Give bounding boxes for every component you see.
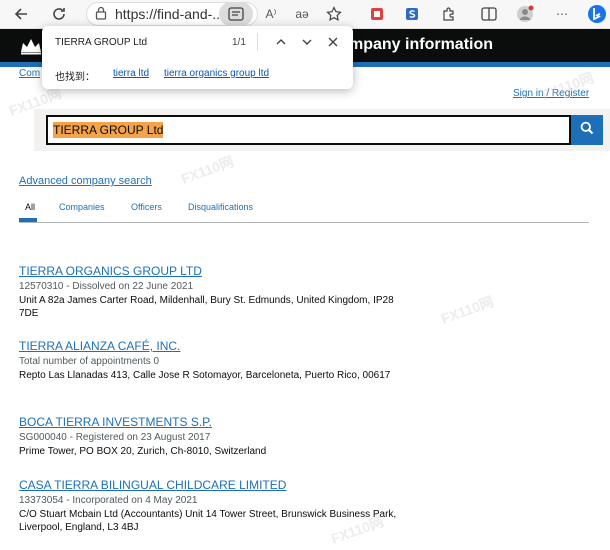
- extensions-puzzle-icon[interactable]: [436, 2, 462, 26]
- refresh-icon[interactable]: [46, 2, 72, 26]
- advanced-search-link[interactable]: Advanced company search: [19, 175, 152, 187]
- find-divider: [257, 33, 258, 51]
- read-aloud-icon[interactable]: A⁾: [258, 2, 284, 26]
- find-query[interactable]: TIERRA GROUP Ltd: [55, 37, 147, 48]
- extension-s-icon[interactable]: [399, 2, 425, 26]
- list-item: CASA TIERRA BILINGUAL CHILDCARE LIMITED …: [19, 478, 399, 534]
- list-item: BOCA TIERRA INVESTMENTS S.P. SG000040 - …: [19, 415, 399, 458]
- lock-icon: [95, 6, 107, 23]
- result-title-link[interactable]: TIERRA ORGANICS GROUP LTD: [19, 264, 399, 278]
- reader-mode-icon[interactable]: [219, 2, 253, 26]
- search-input[interactable]: TIERRA GROUP Ltd: [46, 115, 571, 145]
- crown-logo-icon[interactable]: [19, 36, 43, 61]
- result-title-link[interactable]: CASA TIERRA BILINGUAL CHILDCARE LIMITED: [19, 478, 399, 492]
- search-button[interactable]: [571, 115, 603, 145]
- find-count: 1/1: [232, 37, 246, 48]
- tab-all[interactable]: All: [25, 202, 35, 212]
- find-also-label: 也找到：: [55, 72, 95, 83]
- result-address: Unit A 82a James Carter Road, Mildenhall…: [19, 295, 394, 319]
- find-suggestion[interactable]: tierra ltd: [113, 68, 149, 79]
- active-tab-indicator: [19, 218, 37, 222]
- result-title-link[interactable]: BOCA TIERRA INVESTMENTS S.P.: [19, 415, 399, 429]
- search-value-highlight: TIERRA GROUP Ltd: [53, 122, 164, 138]
- watermark: FX110网: [538, 69, 596, 103]
- find-prev-icon[interactable]: [272, 32, 290, 52]
- result-meta: Total number of appointments 0: [19, 356, 160, 367]
- watermark: FX110网: [438, 293, 496, 327]
- back-icon[interactable]: [8, 2, 34, 26]
- extension-red-icon[interactable]: [364, 2, 390, 26]
- result-meta: 12570310 - Dissolved on 22 June 2021: [19, 281, 194, 292]
- bing-copilot-icon[interactable]: [584, 2, 610, 26]
- service-name[interactable]: mpany information: [349, 36, 493, 54]
- tab-disqualifications[interactable]: Disqualifications: [188, 202, 253, 212]
- breadcrumb[interactable]: Com: [19, 68, 40, 79]
- find-suggestion[interactable]: tierra organics group ltd: [164, 68, 269, 79]
- find-next-icon[interactable]: [298, 32, 316, 52]
- translate-icon[interactable]: aə: [289, 2, 315, 26]
- result-address: Repto Las Llanadas 413, Calle Jose R Sot…: [19, 370, 391, 381]
- result-address: Prime Tower, PO BOX 20, Zurich, Ch-8010,…: [19, 446, 267, 457]
- result-title-link[interactable]: TIERRA ALIANZA CAFÉ, INC.: [19, 339, 399, 353]
- browser-toolbar: https://find-and-... A⁾ aə ⋯: [0, 0, 610, 29]
- list-item: TIERRA ORGANICS GROUP LTD 12570310 - Dis…: [19, 264, 399, 320]
- sign-in-register-link[interactable]: Sign in / Register: [513, 88, 589, 99]
- result-meta: 13373054 - Incorporated on 4 May 2021: [19, 495, 198, 506]
- find-close-icon[interactable]: [324, 32, 342, 52]
- result-address: C/O Stuart Mcbain Ltd (Accountants) Unit…: [19, 509, 397, 533]
- split-screen-icon[interactable]: [476, 2, 502, 26]
- search-icon: [580, 121, 594, 140]
- find-in-page-popup: TIERRA GROUP Ltd 1/1 也找到： tierra ltd tie…: [42, 26, 353, 89]
- tab-companies[interactable]: Companies: [59, 202, 105, 212]
- list-item: TIERRA ALIANZA CAFÉ, INC. Total number o…: [19, 339, 399, 382]
- result-meta: SG000040 - Registered on 23 August 2017: [19, 432, 211, 443]
- result-tabs: All Companies Officers Disqualifications: [19, 202, 589, 223]
- favorite-star-icon[interactable]: [321, 2, 347, 26]
- tab-officers[interactable]: Officers: [131, 202, 162, 212]
- watermark: FX110网: [178, 153, 236, 187]
- url-text: https://find-and-...: [115, 6, 224, 22]
- profile-avatar-icon[interactable]: [512, 2, 538, 26]
- more-menu-icon[interactable]: ⋯: [549, 2, 575, 26]
